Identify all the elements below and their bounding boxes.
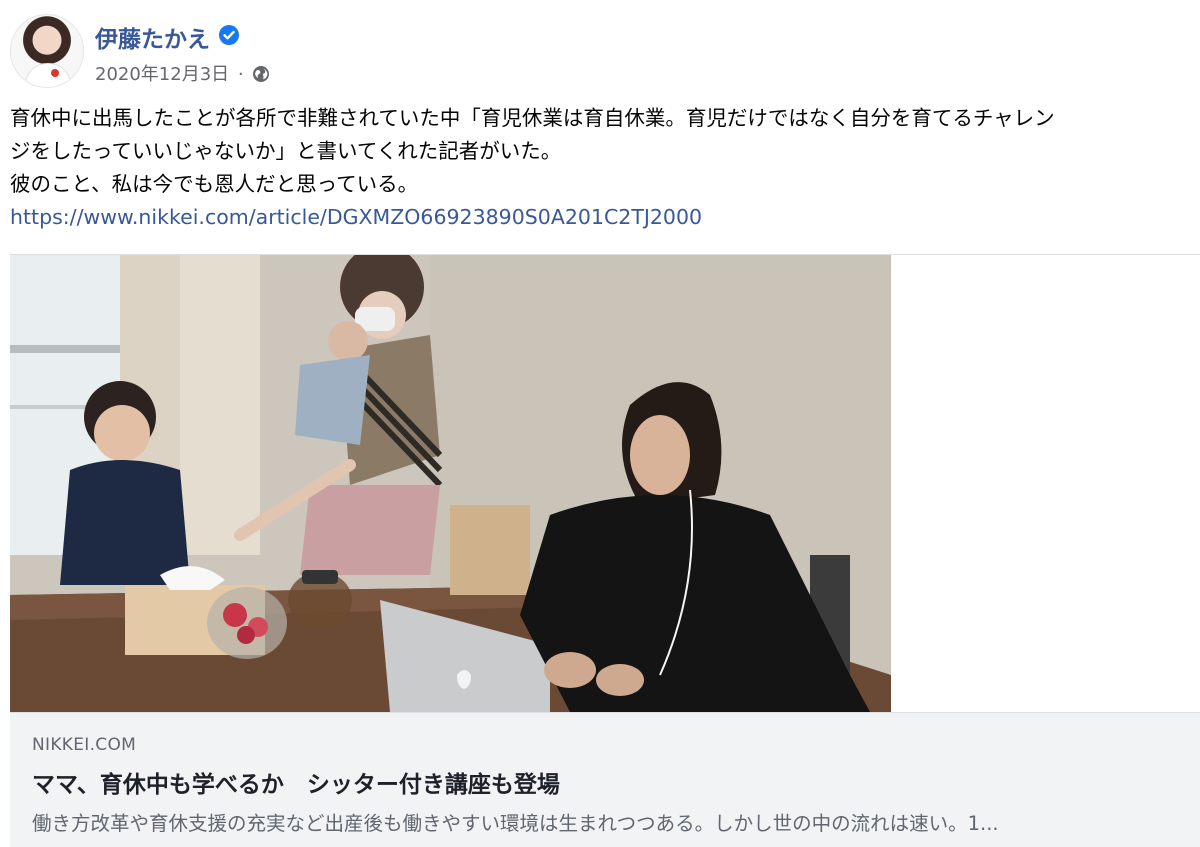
article-preview-image[interactable] — [10, 255, 891, 712]
author-name[interactable]: 伊藤たかえ — [95, 20, 210, 54]
post-text-line: 彼のこと、私は今でも恩人だと思っている。 — [10, 172, 419, 196]
article-link[interactable]: https://www.nikkei.com/article/DGXMZO669… — [10, 201, 1195, 234]
avatar-badge-pin — [51, 69, 59, 77]
post-meta: 2020年12月3日 · — [95, 60, 270, 86]
link-card[interactable]: NIKKEI.COM ママ、育休中も学べるか シッター付き講座も登場 働き方改革… — [10, 712, 1200, 847]
post-date[interactable]: 2020年12月3日 — [95, 64, 229, 85]
verified-badge-icon — [219, 25, 239, 45]
link-card-title[interactable]: ママ、育休中も学べるか シッター付き講座も登場 — [32, 765, 560, 799]
avatar-shoulders — [25, 63, 71, 87]
link-card-domain: NIKKEI.COM — [32, 735, 137, 755]
post-body: 育休中に出馬したことが各所で非難されていた中「育児休業は育自休業。育児だけではな… — [10, 102, 1195, 234]
meta-separator: · — [237, 64, 244, 85]
post-text-line: 育休中に出馬したことが各所で非難されていた中「育児休業は育自休業。育児だけではな… — [10, 106, 1055, 130]
author-avatar[interactable] — [10, 14, 84, 88]
link-card-description: 働き方改革や育休支援の充実など出産後も働きやすい環境は生まれつつある。しかし世の… — [32, 812, 999, 835]
photo-illustration — [10, 255, 891, 712]
post-header: 伊藤たかえ 2020年12月3日 · — [10, 14, 710, 94]
globe-icon[interactable] — [252, 65, 270, 83]
post-text-line: ジをしたっていいじゃないか」と書いてくれた記者がいた。 — [10, 139, 562, 163]
